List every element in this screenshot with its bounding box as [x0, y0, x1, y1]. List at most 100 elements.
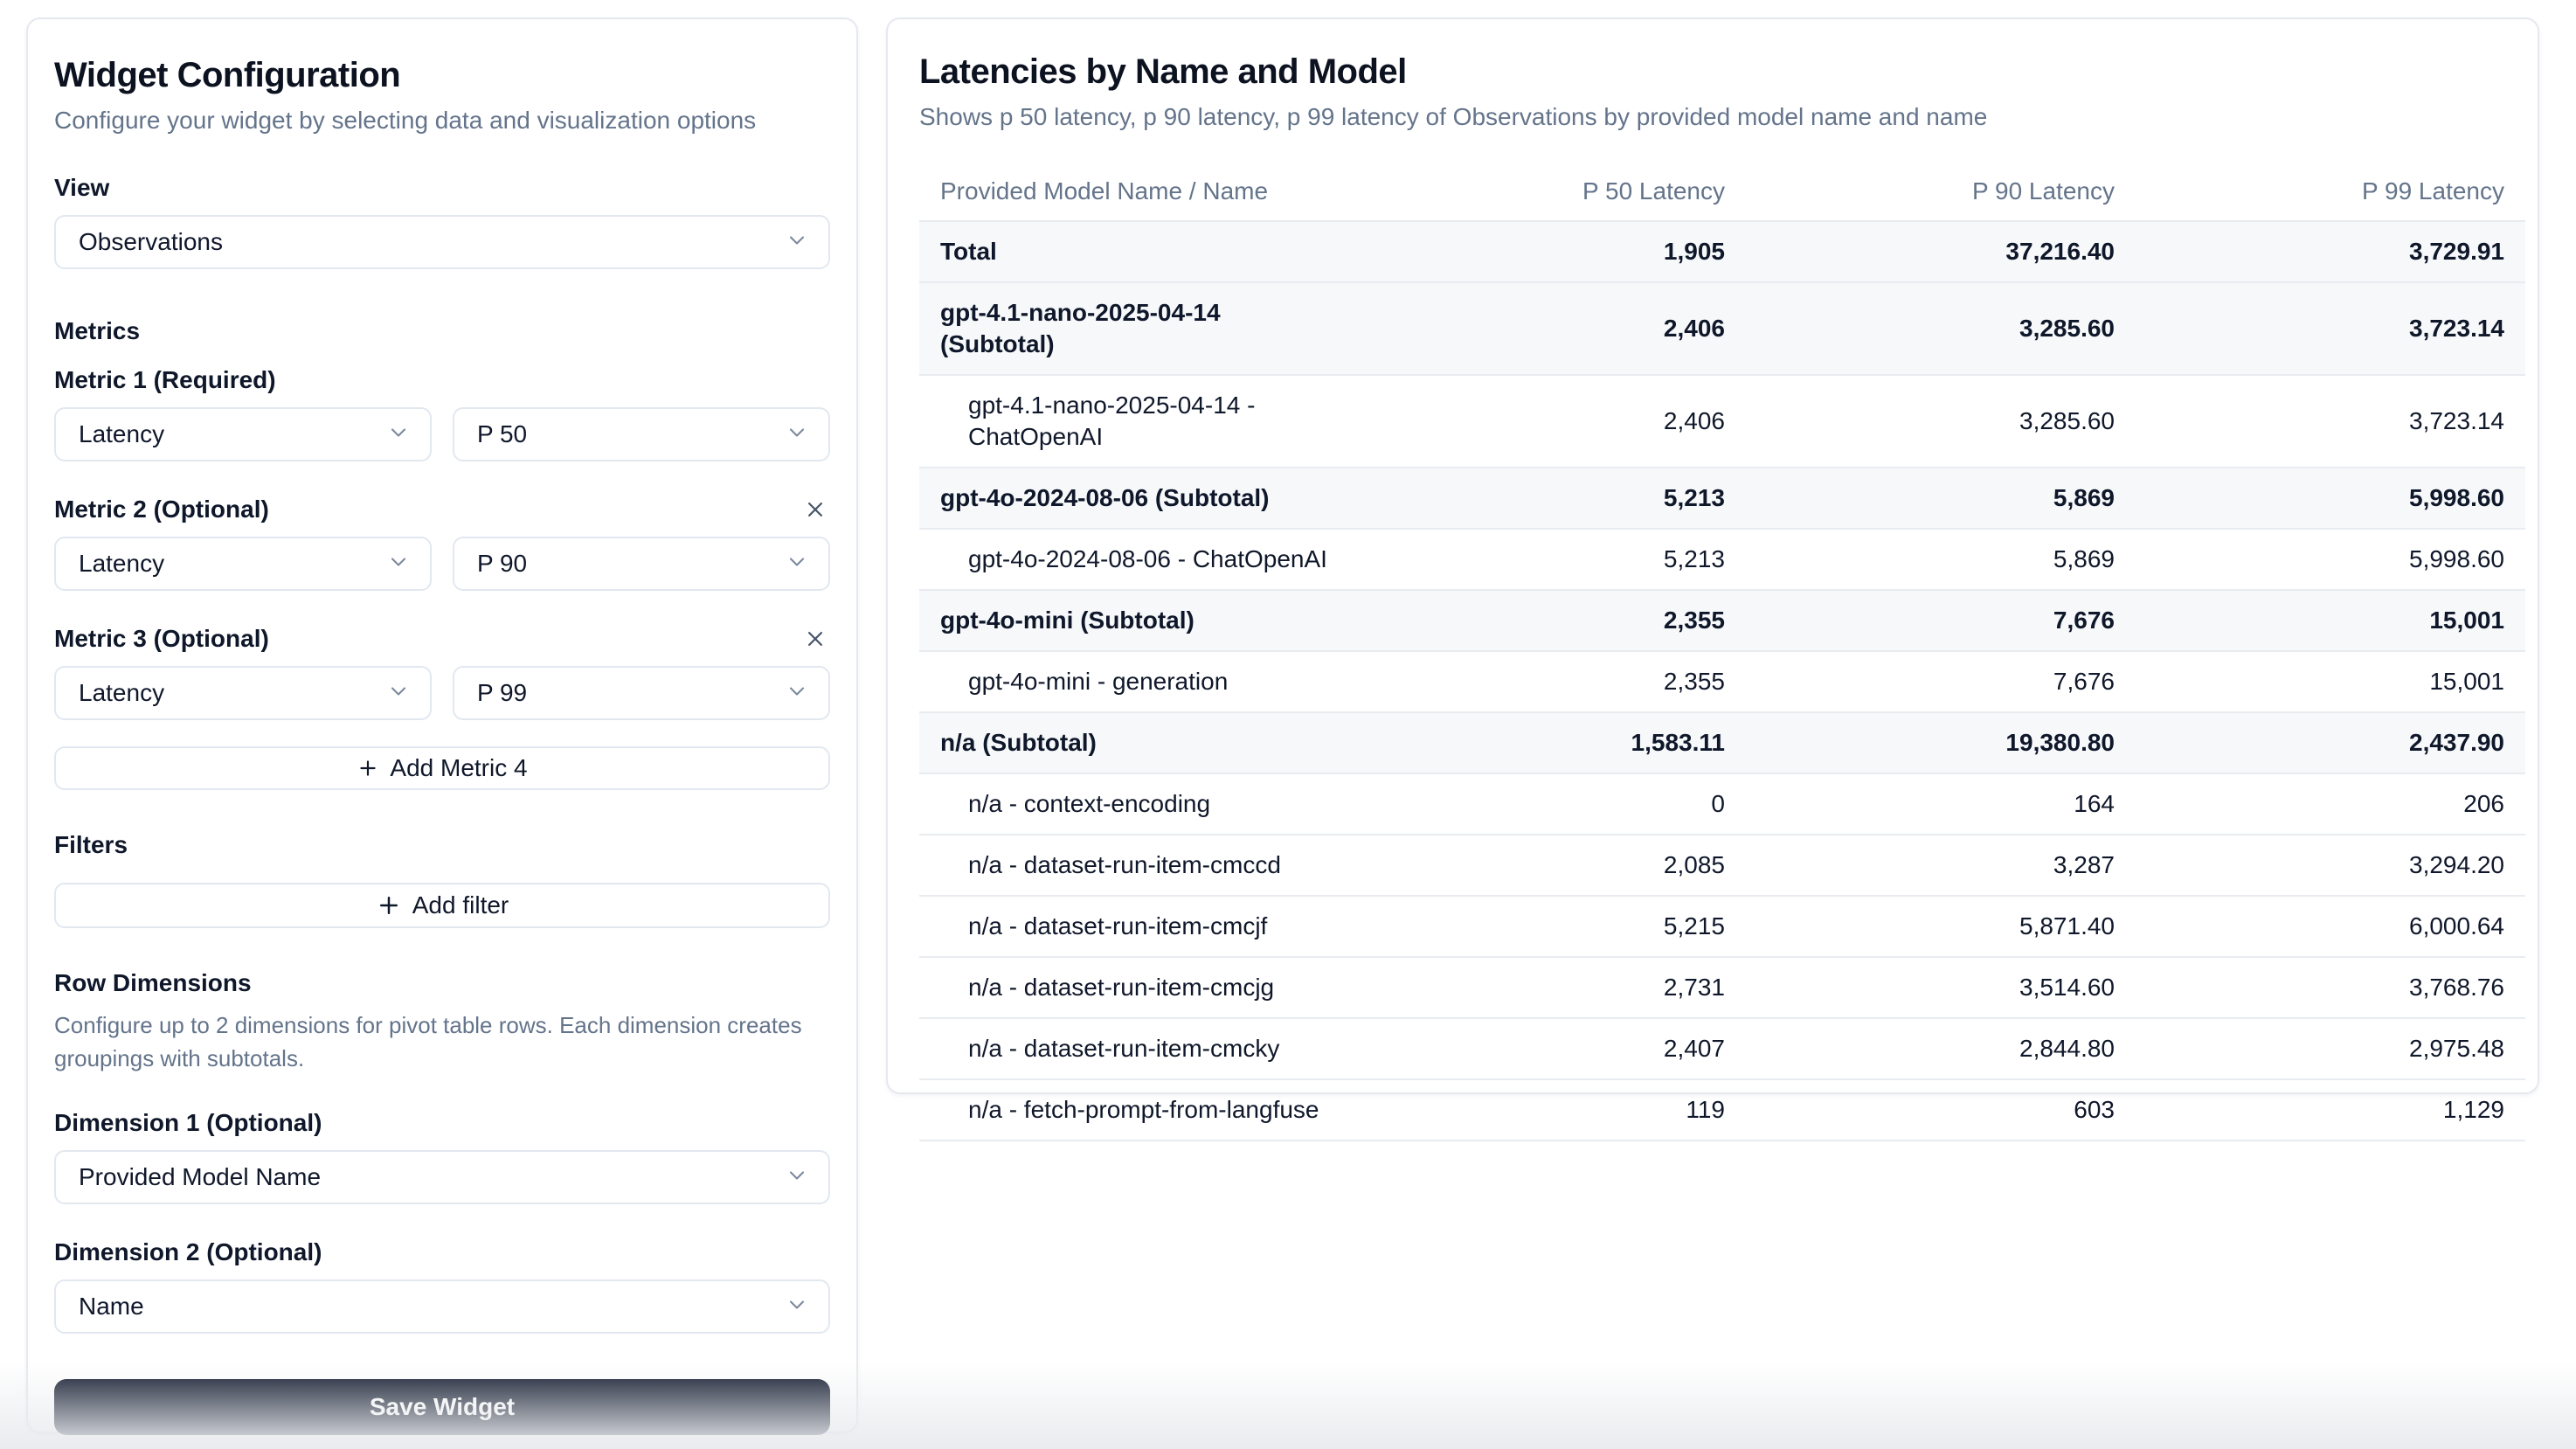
row-value: 5,998.60 — [2136, 529, 2525, 590]
row-value: 0 — [1356, 773, 1746, 835]
view-select[interactable]: Observations — [54, 215, 830, 269]
column-header-p50: P 50 Latency — [1356, 163, 1746, 221]
dimension1-select-value: Provided Model Name — [79, 1163, 321, 1191]
row-dimensions-heading: Row Dimensions — [54, 968, 830, 998]
dimension1-select[interactable]: Provided Model Name — [54, 1150, 830, 1204]
row-value: 2,406 — [1356, 375, 1746, 468]
page: Widget Configuration Configure your widg… — [0, 0, 2576, 1449]
table-row: n/a - dataset-run-item-cmcky2,4072,844.8… — [919, 1018, 2525, 1079]
metric2-label: Metric 2 (Optional) — [54, 495, 269, 524]
metric3-measure-select[interactable]: Latency — [54, 666, 432, 720]
row-value: 15,001 — [2136, 651, 2525, 712]
dimension2-label: Dimension 2 (Optional) — [54, 1238, 830, 1267]
metric3-aggregation-select[interactable]: P 99 — [453, 666, 830, 720]
table-row: n/a - dataset-run-item-cmccd2,0853,2873,… — [919, 835, 2525, 896]
table-row: n/a - context-encoding0164206 — [919, 773, 2525, 835]
row-label: n/a - dataset-run-item-cmcjg — [919, 957, 1356, 1018]
row-value: 119 — [1356, 1079, 1746, 1140]
chevron-down-icon — [785, 679, 809, 708]
dimension2-select[interactable]: Name — [54, 1279, 830, 1334]
metric1-aggregation-select[interactable]: P 50 — [453, 407, 830, 461]
row-value: 5,998.60 — [2136, 468, 2525, 529]
row-value: 2,731 — [1356, 957, 1746, 1018]
chevron-down-icon — [386, 420, 411, 449]
table-row: gpt-4o-2024-08-06 (Subtotal)5,2135,8695,… — [919, 468, 2525, 529]
chevron-down-icon — [386, 550, 411, 579]
table-row: n/a - fetch-prompt-from-langfuse1196031,… — [919, 1079, 2525, 1140]
row-value: 2,406 — [1356, 282, 1746, 375]
table-row: gpt-4.1-nano-2025-04-14 (Subtotal)2,4063… — [919, 282, 2525, 375]
row-value: 2,085 — [1356, 835, 1746, 896]
metric1-measure-select[interactable]: Latency — [54, 407, 432, 461]
view-label: View — [54, 173, 830, 203]
preview-subtitle: Shows p 50 latency, p 90 latency, p 99 l… — [919, 101, 2525, 133]
filters-heading: Filters — [54, 830, 830, 860]
row-value: 5,869 — [1746, 529, 2136, 590]
row-value: 3,294.20 — [2136, 835, 2525, 896]
panel-subtitle: Configure your widget by selecting data … — [54, 105, 830, 136]
row-label: Total — [919, 221, 1356, 282]
add-metric-button[interactable]: Add Metric 4 — [54, 746, 830, 790]
row-value: 2,437.90 — [2136, 712, 2525, 773]
metric3-label: Metric 3 (Optional) — [54, 624, 269, 654]
plus-icon — [357, 757, 379, 780]
row-label: n/a - dataset-run-item-cmcky — [919, 1018, 1356, 1079]
metric3-aggregation-value: P 99 — [477, 679, 527, 707]
row-value: 7,676 — [1746, 590, 2136, 651]
chevron-down-icon — [386, 679, 411, 708]
remove-metric2-button[interactable] — [800, 495, 830, 524]
metrics-heading: Metrics — [54, 316, 830, 346]
metric2-measure-select[interactable]: Latency — [54, 537, 432, 591]
chevron-down-icon — [785, 228, 809, 257]
row-label: gpt-4o-mini (Subtotal) — [919, 590, 1356, 651]
row-value: 1,905 — [1356, 221, 1746, 282]
row-label: n/a - context-encoding — [919, 773, 1356, 835]
plus-icon — [376, 892, 402, 919]
add-filter-button[interactable]: Add filter — [54, 883, 830, 928]
row-value: 3,768.76 — [2136, 957, 2525, 1018]
row-value: 5,871.40 — [1746, 896, 2136, 957]
chevron-down-icon — [785, 1163, 809, 1192]
row-value: 3,723.14 — [2136, 375, 2525, 468]
latency-pivot-table: Provided Model Name / Name P 50 Latency … — [919, 163, 2525, 1141]
row-label: n/a - dataset-run-item-cmccd — [919, 835, 1356, 896]
row-value: 5,869 — [1746, 468, 2136, 529]
row-value: 1,129 — [2136, 1079, 2525, 1140]
row-label: gpt-4o-2024-08-06 - ChatOpenAI — [919, 529, 1356, 590]
row-value: 164 — [1746, 773, 2136, 835]
row-value: 1,583.11 — [1356, 712, 1746, 773]
row-value: 2,355 — [1356, 651, 1746, 712]
column-header-name: Provided Model Name / Name — [919, 163, 1356, 221]
dimension2-select-value: Name — [79, 1293, 144, 1321]
metric1-label: Metric 1 (Required) — [54, 365, 276, 395]
chevron-down-icon — [785, 550, 809, 579]
metric2-aggregation-value: P 90 — [477, 550, 527, 578]
table-body: Total1,90537,216.403,729.91gpt-4.1-nano-… — [919, 221, 2525, 1140]
row-value: 2,975.48 — [2136, 1018, 2525, 1079]
metric2-measure-value: Latency — [79, 550, 164, 578]
row-label: gpt-4.1-nano-2025-04-14 - ChatOpenAI — [919, 375, 1356, 468]
row-value: 5,215 — [1356, 896, 1746, 957]
row-value: 3,285.60 — [1746, 282, 2136, 375]
table-row: n/a - dataset-run-item-cmcjf5,2155,871.4… — [919, 896, 2525, 957]
table-row: n/a - dataset-run-item-cmcjg2,7313,514.6… — [919, 957, 2525, 1018]
row-value: 7,676 — [1746, 651, 2136, 712]
row-label: gpt-4o-2024-08-06 (Subtotal) — [919, 468, 1356, 529]
row-value: 206 — [2136, 773, 2525, 835]
remove-metric3-button[interactable] — [800, 624, 830, 654]
table-row: gpt-4o-2024-08-06 - ChatOpenAI5,2135,869… — [919, 529, 2525, 590]
row-label: n/a - fetch-prompt-from-langfuse — [919, 1079, 1356, 1140]
add-filter-label: Add filter — [412, 891, 509, 919]
table-row: Total1,90537,216.403,729.91 — [919, 221, 2525, 282]
metric1-measure-value: Latency — [79, 420, 164, 448]
table-header-row: Provided Model Name / Name P 50 Latency … — [919, 163, 2525, 221]
metric2-aggregation-select[interactable]: P 90 — [453, 537, 830, 591]
chevron-down-icon — [785, 420, 809, 449]
column-header-p90: P 90 Latency — [1746, 163, 2136, 221]
row-label: gpt-4.1-nano-2025-04-14 (Subtotal) — [919, 282, 1356, 375]
add-metric-label: Add Metric 4 — [390, 754, 527, 782]
row-value: 3,285.60 — [1746, 375, 2136, 468]
save-widget-button[interactable]: Save Widget — [54, 1379, 830, 1435]
row-value: 19,380.80 — [1746, 712, 2136, 773]
row-value: 37,216.40 — [1746, 221, 2136, 282]
